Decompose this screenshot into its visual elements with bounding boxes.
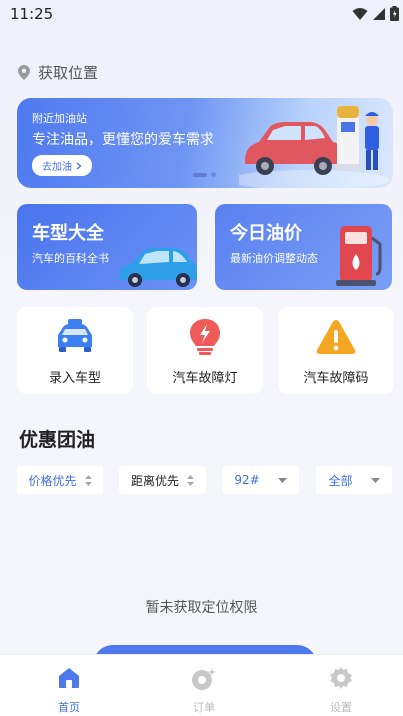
enter-car-model-tile[interactable]: 录入车型 [17, 307, 133, 394]
go-refuel-label: 去加油 [42, 162, 72, 173]
sort-icon [187, 474, 194, 486]
pagination-dot-active [193, 172, 207, 177]
filter-price-first[interactable]: 价格优先 [17, 466, 103, 494]
location-selector[interactable]: 获取位置 [18, 62, 98, 83]
wifi-icon [352, 7, 368, 20]
filter-distance-first-label: 距离优先 [130, 473, 179, 488]
status-icons [352, 6, 399, 21]
fuel-pump-illustration [336, 226, 382, 286]
warning-triangle-icon [316, 320, 356, 354]
home-icon [59, 668, 79, 688]
bottom-tab-bar: 首页 订单 设置 [0, 654, 403, 716]
status-bar: 11:25 [0, 0, 403, 30]
sort-icon [84, 474, 92, 486]
fault-code-tile[interactable]: 汽车故障码 [278, 307, 394, 394]
tab-settings[interactable]: 设置 [301, 655, 381, 716]
filter-fuel-grade-label: 92# [234, 473, 260, 487]
status-time: 11:25 [10, 5, 54, 23]
tab-home[interactable]: 首页 [29, 655, 109, 716]
battery-icon [390, 6, 399, 21]
tab-settings-label: 设置 [330, 701, 352, 714]
filter-price-first-label: 价格优先 [28, 473, 77, 488]
dropdown-icon [370, 477, 380, 483]
go-refuel-button[interactable]: 去加油 [32, 155, 92, 176]
warning-light-icon [190, 319, 220, 355]
banner-pagination [193, 172, 216, 177]
filter-fuel-grade[interactable]: 92# [222, 466, 299, 494]
warning-light-label: 汽车故障灯 [172, 371, 238, 386]
pagination-dot [211, 172, 216, 177]
order-icon [192, 668, 216, 690]
dropdown-icon [277, 477, 287, 483]
warning-light-tile[interactable]: 汽车故障灯 [147, 307, 263, 394]
location-pin-icon [18, 65, 30, 80]
gas-station-illustration [239, 106, 389, 188]
tab-home-label: 首页 [58, 701, 80, 714]
banner-subtitle: 附近加油站 [32, 112, 87, 125]
today-fuel-price-subtitle: 最新油价调整动态 [230, 252, 318, 265]
car-models-card[interactable]: 车型大全 汽车的百科全书 [17, 204, 197, 290]
today-fuel-price-title: 今日油价 [230, 223, 302, 244]
filter-distance-first[interactable]: 距离优先 [119, 466, 206, 494]
banner-title: 专注油品，更懂您的爱车需求 [32, 132, 214, 148]
location-label: 获取位置 [38, 64, 99, 82]
filter-brand[interactable]: 全部 [316, 466, 392, 494]
chevron-right-icon [76, 161, 82, 170]
tab-orders[interactable]: 订单 [164, 655, 244, 716]
enter-car-model-label: 录入车型 [48, 371, 101, 386]
filter-brand-label: 全部 [328, 473, 353, 488]
car-models-title: 车型大全 [32, 223, 104, 244]
fault-code-label: 汽车故障码 [303, 371, 369, 386]
section-title: 优惠团油 [19, 429, 96, 451]
car-front-icon [58, 319, 92, 352]
empty-state-message: 暂未获取定位权限 [145, 600, 258, 616]
signal-icon [373, 7, 385, 20]
car-illustration [119, 248, 197, 287]
car-models-subtitle: 汽车的百科全书 [32, 252, 109, 265]
settings-icon [330, 667, 352, 689]
today-fuel-price-card[interactable]: 今日油价 最新油价调整动态 [215, 204, 392, 290]
tab-orders-label: 订单 [193, 701, 215, 714]
